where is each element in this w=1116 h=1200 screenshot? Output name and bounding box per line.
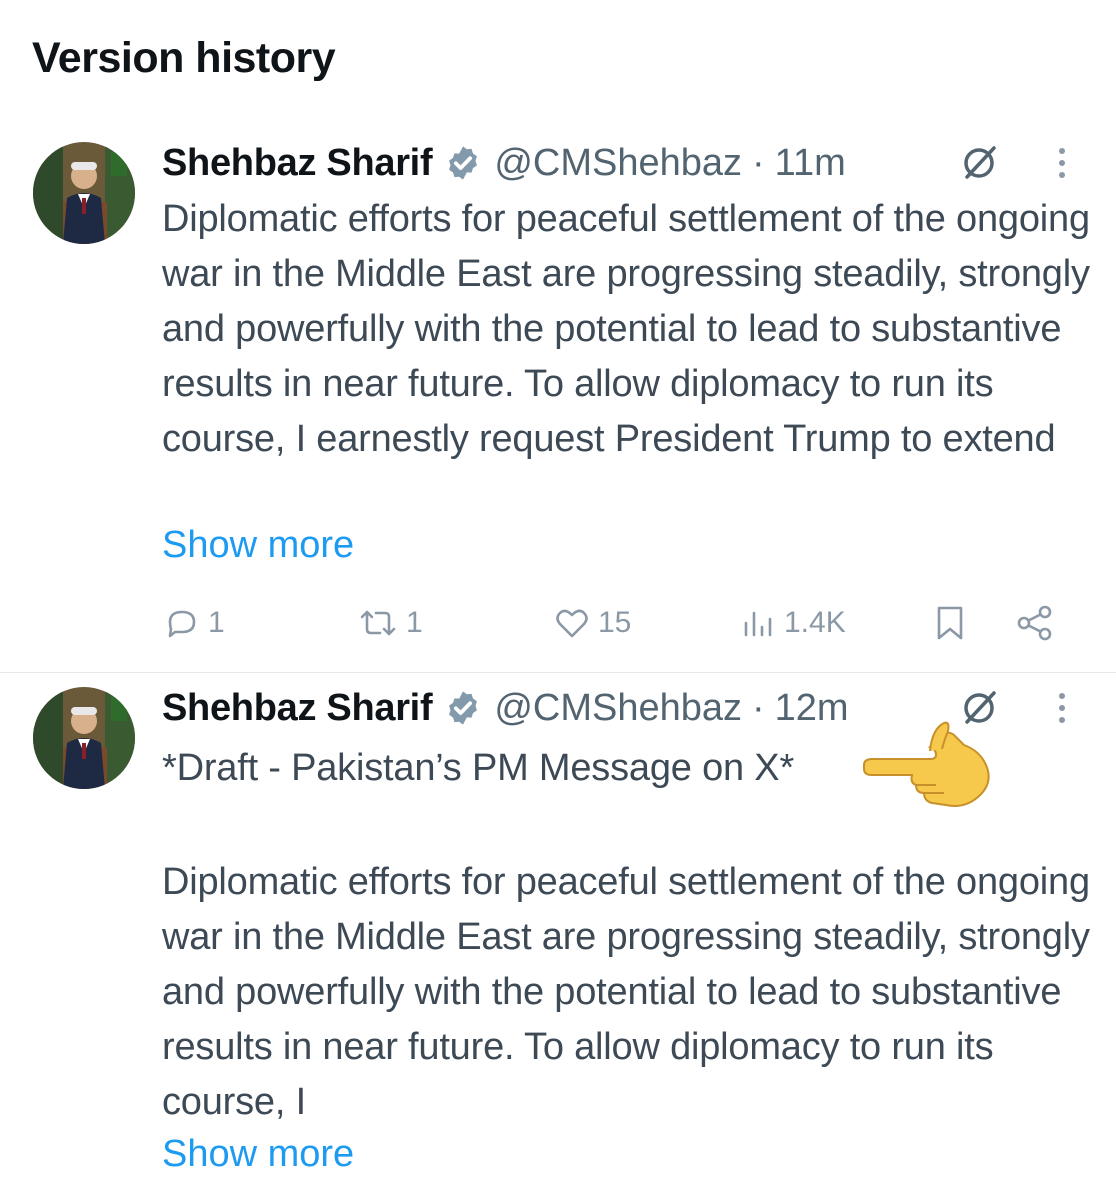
tweet-version-current[interactable]: Shehbaz Sharif @CMShehbaz · 11m Diplomat… [0, 128, 1116, 672]
tweet-timestamp[interactable]: 11m [775, 140, 846, 186]
more-options-icon[interactable] [1050, 142, 1074, 184]
tweet-header: Shehbaz Sharif @CMShehbaz · 11m [162, 140, 846, 186]
tweet-header: Shehbaz Sharif @CMShehbaz · 12m [162, 685, 849, 731]
like-button[interactable]: 15 [552, 598, 631, 648]
avatar[interactable] [33, 687, 135, 789]
separator-dot: · [752, 142, 765, 184]
like-count: 15 [598, 606, 632, 639]
separator-dot: · [752, 687, 765, 729]
tweet-text: Diplomatic efforts for peaceful settleme… [162, 861, 1090, 1123]
tweet-actions: 1 1 15 1.4K [162, 598, 1062, 648]
tweet-text: Diplomatic efforts for peaceful settleme… [162, 198, 1090, 460]
draft-label: *Draft - Pakistan’s PM Message on X* [162, 747, 795, 789]
show-more-link[interactable]: Show more [162, 522, 354, 568]
share-button[interactable] [1014, 598, 1056, 648]
edit-history-icon[interactable] [958, 142, 1000, 184]
more-options-icon[interactable] [1050, 687, 1074, 729]
repost-icon [360, 610, 396, 636]
repost-count: 1 [406, 606, 423, 639]
tweet-version-previous[interactable]: Shehbaz Sharif @CMShehbaz · 12m *Draft -… [0, 673, 1116, 1200]
bookmark-icon [937, 606, 963, 640]
show-more-link[interactable]: Show more [162, 1131, 354, 1177]
reply-button[interactable]: 1 [162, 598, 225, 648]
reply-icon [168, 610, 196, 638]
bookmark-button[interactable] [930, 598, 970, 648]
author-handle[interactable]: @CMShehbaz [494, 685, 742, 731]
verified-badge-icon [444, 144, 482, 182]
page-title: Version history [32, 34, 336, 82]
pointing-hand-emoji [860, 721, 1000, 811]
like-icon [556, 609, 588, 638]
views-count: 1.4K [784, 606, 846, 639]
author-name[interactable]: Shehbaz Sharif [162, 685, 433, 731]
author-name[interactable]: Shehbaz Sharif [162, 140, 433, 186]
views-button[interactable]: 1.4K [738, 598, 846, 648]
reply-count: 1 [208, 606, 225, 639]
views-icon [744, 611, 772, 637]
repost-button[interactable]: 1 [356, 598, 423, 648]
author-handle[interactable]: @CMShehbaz [494, 140, 742, 186]
tweet-timestamp[interactable]: 12m [775, 685, 849, 731]
avatar[interactable] [33, 142, 135, 244]
verified-badge-icon [444, 689, 482, 727]
share-icon [1017, 605, 1052, 641]
